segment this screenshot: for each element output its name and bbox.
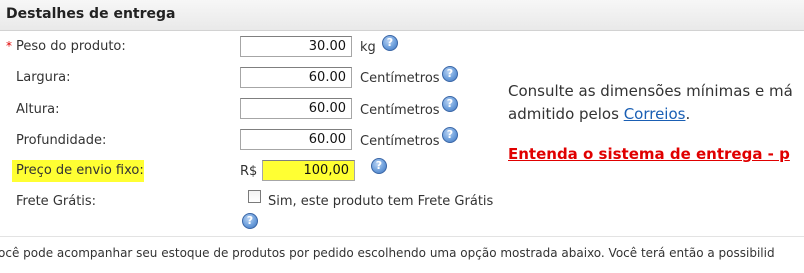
free-shipping-label: Frete Grátis:	[16, 194, 97, 209]
currency-label: R$	[240, 164, 258, 179]
width-unit: Centímetros	[360, 71, 440, 86]
free-shipping-checkbox-label[interactable]: Sim, este produto tem Frete Grátis	[268, 194, 493, 209]
depth-input[interactable]: 60.00	[240, 129, 352, 150]
weight-input[interactable]: 30.00	[240, 36, 352, 57]
help-icon[interactable]: ?	[382, 35, 398, 51]
help-icon[interactable]: ?	[371, 158, 387, 174]
height-unit: Centímetros	[360, 103, 440, 118]
dimensions-info-line1: Consulte as dimensões mínimas e má	[508, 82, 793, 100]
height-label: Altura:	[16, 102, 60, 117]
dimensions-info-line2: admitido pelos Correios.	[508, 104, 690, 125]
correios-link[interactable]: Correios	[624, 105, 686, 123]
width-input[interactable]: 60.00	[240, 67, 352, 88]
dimensions-info-prefix: admitido pelos	[508, 105, 624, 123]
section-title: Destalhes de entrega	[6, 6, 176, 22]
help-icon[interactable]: ?	[442, 127, 458, 143]
weight-unit: kg	[360, 40, 376, 55]
fixed-shipping-input[interactable]: 100,00	[262, 160, 355, 181]
height-input[interactable]: 60.00	[240, 98, 352, 119]
weight-label: Peso do produto:	[16, 39, 126, 54]
help-icon[interactable]: ?	[442, 96, 458, 112]
dimensions-info: Consulte as dimensões mínimas e má	[508, 81, 793, 102]
depth-label: Profundidade:	[16, 133, 107, 148]
dimensions-info-suffix: .	[685, 105, 691, 123]
required-asterisk: *	[6, 39, 12, 53]
free-shipping-checkbox[interactable]	[248, 190, 261, 203]
delivery-system-link[interactable]: Entenda o sistema de entrega - p	[508, 145, 790, 163]
help-icon[interactable]: ?	[242, 213, 258, 229]
delivery-details-panel: Destalhes de entrega * Peso do produto: …	[0, 0, 804, 273]
width-label: Largura:	[16, 70, 71, 85]
section-header: Destalhes de entrega	[0, 0, 804, 31]
help-icon[interactable]: ?	[442, 66, 458, 82]
stock-tracking-text: ocê pode acompanhar seu estoque de produ…	[0, 246, 775, 260]
depth-unit: Centímetros	[360, 134, 440, 149]
fixed-shipping-label: Preço de envio fixo:	[16, 163, 144, 178]
divider	[0, 236, 804, 237]
